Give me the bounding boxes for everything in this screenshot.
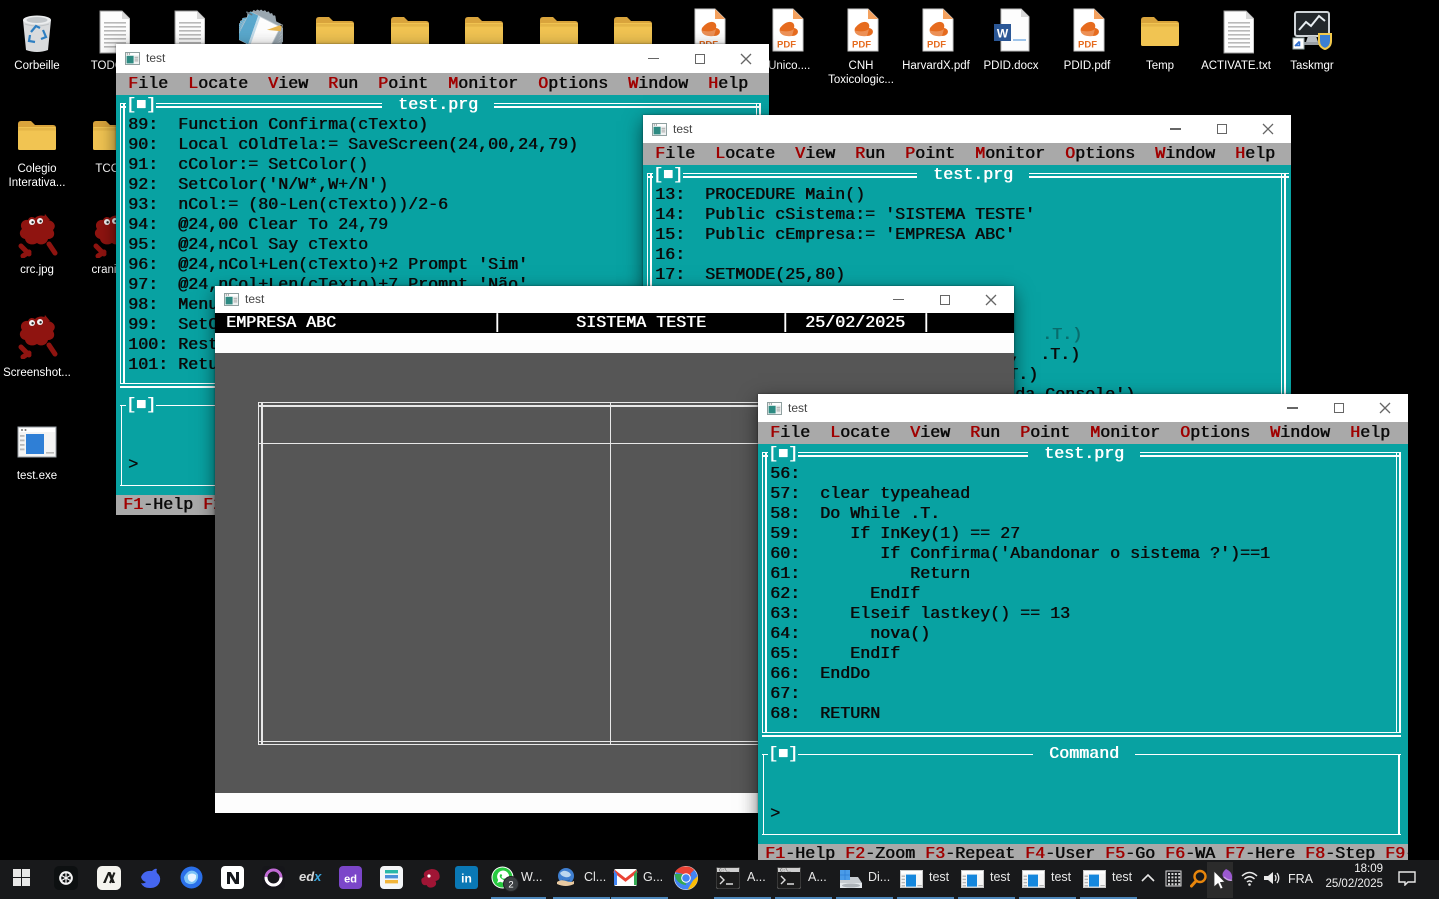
- svg-text:W: W: [997, 27, 1009, 41]
- svg-text:PDF: PDF: [1078, 40, 1097, 51]
- svg-text:C:\_: C:\_: [780, 868, 791, 874]
- svg-text:PDF: PDF: [927, 40, 946, 51]
- svg-text:2: 2: [508, 880, 513, 891]
- svg-text:ed: ed: [344, 874, 357, 886]
- svg-text:in: in: [461, 872, 472, 886]
- svg-text:PDF: PDF: [852, 40, 871, 51]
- svg-text:PDF: PDF: [777, 40, 796, 51]
- svg-text:C:\_: C:\_: [719, 868, 730, 874]
